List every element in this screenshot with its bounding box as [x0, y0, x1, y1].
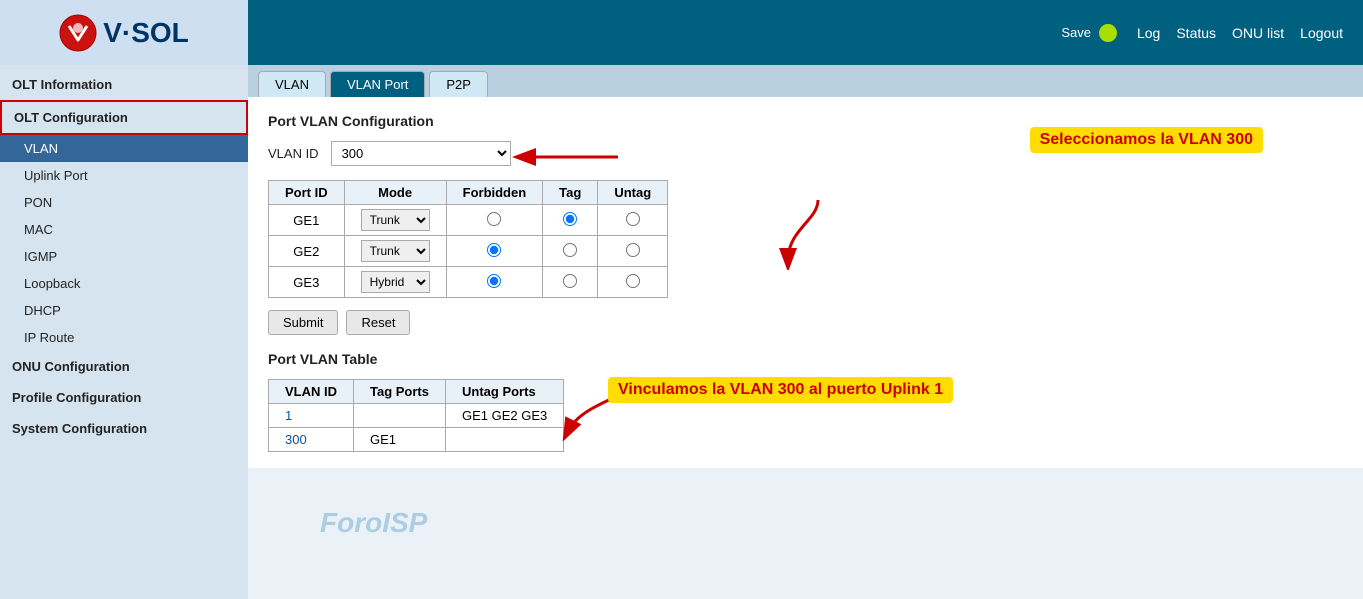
nav-onu-list[interactable]: ONU list [1232, 25, 1284, 41]
pvlan-untag-ports-1: GE1 GE2 GE3 [446, 404, 564, 428]
port-vlan-table-title: Port VLAN Table [268, 351, 1343, 367]
pvlan-tag-ports-1 [354, 404, 446, 428]
reset-button[interactable]: Reset [346, 310, 410, 335]
tag-ge2[interactable] [543, 236, 598, 267]
sidebar-item-profile-configuration[interactable]: Profile Configuration [0, 382, 248, 413]
vlan-id-select[interactable]: 300 1 [331, 141, 511, 166]
tab-vlan[interactable]: VLAN [258, 71, 326, 97]
mode-ge3[interactable]: Trunk Hybrid Access [344, 267, 446, 298]
annotation-select-vlan: Seleccionamos la VLAN 300 [1030, 127, 1263, 153]
untag-ge3[interactable] [598, 267, 668, 298]
forbidden-ge1[interactable] [446, 205, 543, 236]
sidebar-item-dhcp[interactable]: DHCP [0, 297, 248, 324]
nav-status[interactable]: Status [1176, 25, 1216, 41]
pvlan-untag-ports-300 [446, 428, 564, 452]
logo-text: V·SOL [103, 17, 189, 49]
sidebar-item-loopback[interactable]: Loopback [0, 270, 248, 297]
annotation-link-vlan: Vinculamos la VLAN 300 al puerto Uplink … [608, 377, 953, 403]
untag-ge1[interactable] [598, 205, 668, 236]
header-right: Save Log Status ONU list Logout [248, 24, 1363, 42]
radio-tag-ge2[interactable] [563, 243, 577, 257]
content-area: Port VLAN Configuration VLAN ID 300 1 [248, 97, 1363, 468]
sidebar-item-igmp[interactable]: IGMP [0, 243, 248, 270]
port-vlan-table-container: Port VLAN Table Vinculamos la VLAN 300 a… [268, 351, 1343, 452]
radio-forbidden-ge1[interactable] [487, 212, 501, 226]
sidebar-item-uplink-port[interactable]: Uplink Port [0, 162, 248, 189]
mode-select-ge3[interactable]: Trunk Hybrid Access [361, 271, 430, 293]
pvlan-col-untag-ports: Untag Ports [446, 380, 564, 404]
watermark: ForoISP [320, 507, 427, 539]
pvlan-row-300: 300 GE1 [269, 428, 564, 452]
sidebar: OLT Information OLT Configuration VLAN U… [0, 65, 248, 599]
col-forbidden: Forbidden [446, 181, 543, 205]
header-nav: Log Status ONU list Logout [1137, 25, 1343, 41]
sidebar-item-olt-information[interactable]: OLT Information [0, 69, 248, 100]
table-row-ge3: GE3 Trunk Hybrid Access [269, 267, 668, 298]
tag-ge1[interactable] [543, 205, 598, 236]
nav-log[interactable]: Log [1137, 25, 1160, 41]
button-row: Submit Reset [268, 310, 1343, 335]
radio-forbidden-ge2[interactable] [487, 243, 501, 257]
radio-untag-ge3[interactable] [626, 274, 640, 288]
forbidden-ge3[interactable] [446, 267, 543, 298]
pvlan-col-tag-ports: Tag Ports [354, 380, 446, 404]
nav-logout[interactable]: Logout [1300, 25, 1343, 41]
tab-vlan-port[interactable]: VLAN Port [330, 71, 425, 97]
radio-forbidden-ge3[interactable] [487, 274, 501, 288]
save-label[interactable]: Save [1061, 25, 1091, 40]
mode-ge1[interactable]: Trunk Hybrid Access [344, 205, 446, 236]
arrow-select-icon [508, 139, 628, 175]
sidebar-item-system-configuration[interactable]: System Configuration [0, 413, 248, 444]
radio-tag-ge3[interactable] [563, 274, 577, 288]
col-mode: Mode [344, 181, 446, 205]
sidebar-item-olt-configuration[interactable]: OLT Configuration [0, 100, 248, 135]
pvlan-tag-ports-300: GE1 [354, 428, 446, 452]
logo-icon [59, 14, 97, 52]
table-row-ge1: GE1 Trunk Hybrid Access [269, 205, 668, 236]
port-id-ge2: GE2 [269, 236, 345, 267]
col-tag: Tag [543, 181, 598, 205]
main-content: VLAN VLAN Port P2P Port VLAN Configurati… [248, 65, 1363, 599]
tab-p2p[interactable]: P2P [429, 71, 488, 97]
tabs-bar: VLAN VLAN Port P2P [248, 65, 1363, 97]
col-port-id: Port ID [269, 181, 345, 205]
port-table: Port ID Mode Forbidden Tag Untag GE1 [268, 180, 668, 298]
sidebar-item-vlan[interactable]: VLAN [0, 135, 248, 162]
pvlan-col-vlan-id: VLAN ID [269, 380, 354, 404]
pvlan-row-1: 1 GE1 GE2 GE3 [269, 404, 564, 428]
mode-ge2[interactable]: Trunk Hybrid Access [344, 236, 446, 267]
port-id-ge3: GE3 [269, 267, 345, 298]
pvlan-vlan-id-1: 1 [269, 404, 354, 428]
radio-untag-ge2[interactable] [626, 243, 640, 257]
header: V·SOL Save Log Status ONU list Logout [0, 0, 1363, 65]
col-untag: Untag [598, 181, 668, 205]
pvlan-table: VLAN ID Tag Ports Untag Ports 1 GE1 GE2 … [268, 379, 564, 452]
forbidden-ge2[interactable] [446, 236, 543, 267]
sidebar-item-onu-configuration[interactable]: ONU Configuration [0, 351, 248, 382]
port-table-container: Port ID Mode Forbidden Tag Untag GE1 [268, 180, 1343, 298]
untag-ge2[interactable] [598, 236, 668, 267]
logo-area: V·SOL [0, 0, 248, 65]
save-area: Save [1061, 24, 1117, 42]
logo: V·SOL [59, 14, 189, 52]
pvlan-vlan-id-300: 300 [269, 428, 354, 452]
port-id-ge1: GE1 [269, 205, 345, 236]
layout: OLT Information OLT Configuration VLAN U… [0, 65, 1363, 599]
sidebar-item-pon[interactable]: PON [0, 189, 248, 216]
sidebar-item-ip-route[interactable]: IP Route [0, 324, 248, 351]
arrow-table-icon [758, 190, 878, 270]
table-row-ge2: GE2 Trunk Hybrid Access [269, 236, 668, 267]
tag-ge3[interactable] [543, 267, 598, 298]
mode-select-ge2[interactable]: Trunk Hybrid Access [361, 240, 430, 262]
submit-button[interactable]: Submit [268, 310, 338, 335]
radio-tag-ge1[interactable] [563, 212, 577, 226]
mode-select-ge1[interactable]: Trunk Hybrid Access [361, 209, 430, 231]
sidebar-item-mac[interactable]: MAC [0, 216, 248, 243]
radio-untag-ge1[interactable] [626, 212, 640, 226]
status-dot [1099, 24, 1117, 42]
vlan-id-label: VLAN ID [268, 146, 319, 161]
